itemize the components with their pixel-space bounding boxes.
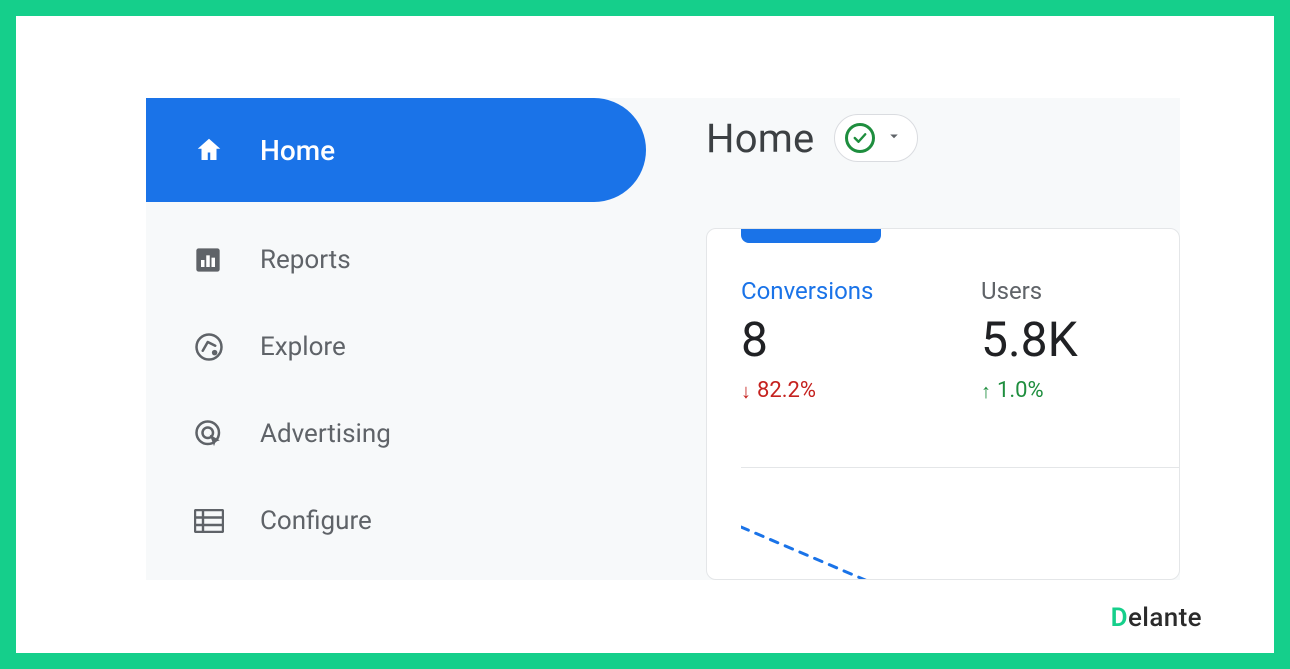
sidebar-item-label: Reports [260,245,351,275]
card-divider [741,467,1179,468]
metric-delta: ↓ 82.2% [741,378,981,403]
metric-users[interactable]: Users 5.8K ↑ 1.0% [981,277,1180,403]
sidebar-item-configure[interactable]: Configure [146,491,646,551]
arrow-up-icon: ↑ [981,381,991,401]
brand-first-letter: D [1111,603,1128,633]
target-click-icon [194,419,238,449]
brand-rest: elante [1128,603,1202,633]
metric-delta-value: 82.2% [757,378,816,403]
metric-value: 5.8K [981,311,1180,368]
sparkline-chart [741,519,961,580]
outer-frame: Home Reports Explore [0,0,1290,669]
status-dropdown[interactable] [834,114,918,162]
metric-label: Users [981,277,1180,305]
bar-chart-icon [194,246,238,274]
metric-label: Conversions [741,277,981,305]
sidebar-item-reports[interactable]: Reports [146,230,646,290]
metric-conversions[interactable]: Conversions 8 ↓ 82.2% [741,277,981,403]
chevron-down-icon [885,127,903,149]
analytics-app: Home Reports Explore [146,98,1180,580]
metric-delta: ↑ 1.0% [981,378,1180,403]
page-header: Home [706,114,918,162]
metrics-row: Conversions 8 ↓ 82.2% Users 5.8K ↑ 1.0% [741,277,1180,403]
check-circle-icon [845,123,875,153]
configure-icon [194,509,238,533]
sidebar-item-label: Home [260,134,335,167]
sidebar-item-advertising[interactable]: Advertising [146,404,646,464]
page-title: Home [706,115,814,162]
active-tab-indicator [741,229,881,243]
metric-delta-value: 1.0% [997,378,1044,403]
sidebar-item-label: Advertising [260,419,391,449]
sidebar: Home Reports Explore [146,98,646,580]
metric-value: 8 [741,311,981,368]
explore-icon [194,332,238,362]
arrow-down-icon: ↓ [741,381,751,401]
sidebar-item-label: Configure [260,506,372,536]
metrics-card: Conversions 8 ↓ 82.2% Users 5.8K ↑ 1.0% [706,228,1180,580]
sidebar-item-home[interactable]: Home [146,98,646,202]
brand-logo: Delante [1111,603,1202,633]
sidebar-item-label: Explore [260,332,346,362]
home-icon [194,135,238,165]
sidebar-item-explore[interactable]: Explore [146,317,646,377]
inner-canvas: Home Reports Explore [30,30,1260,639]
